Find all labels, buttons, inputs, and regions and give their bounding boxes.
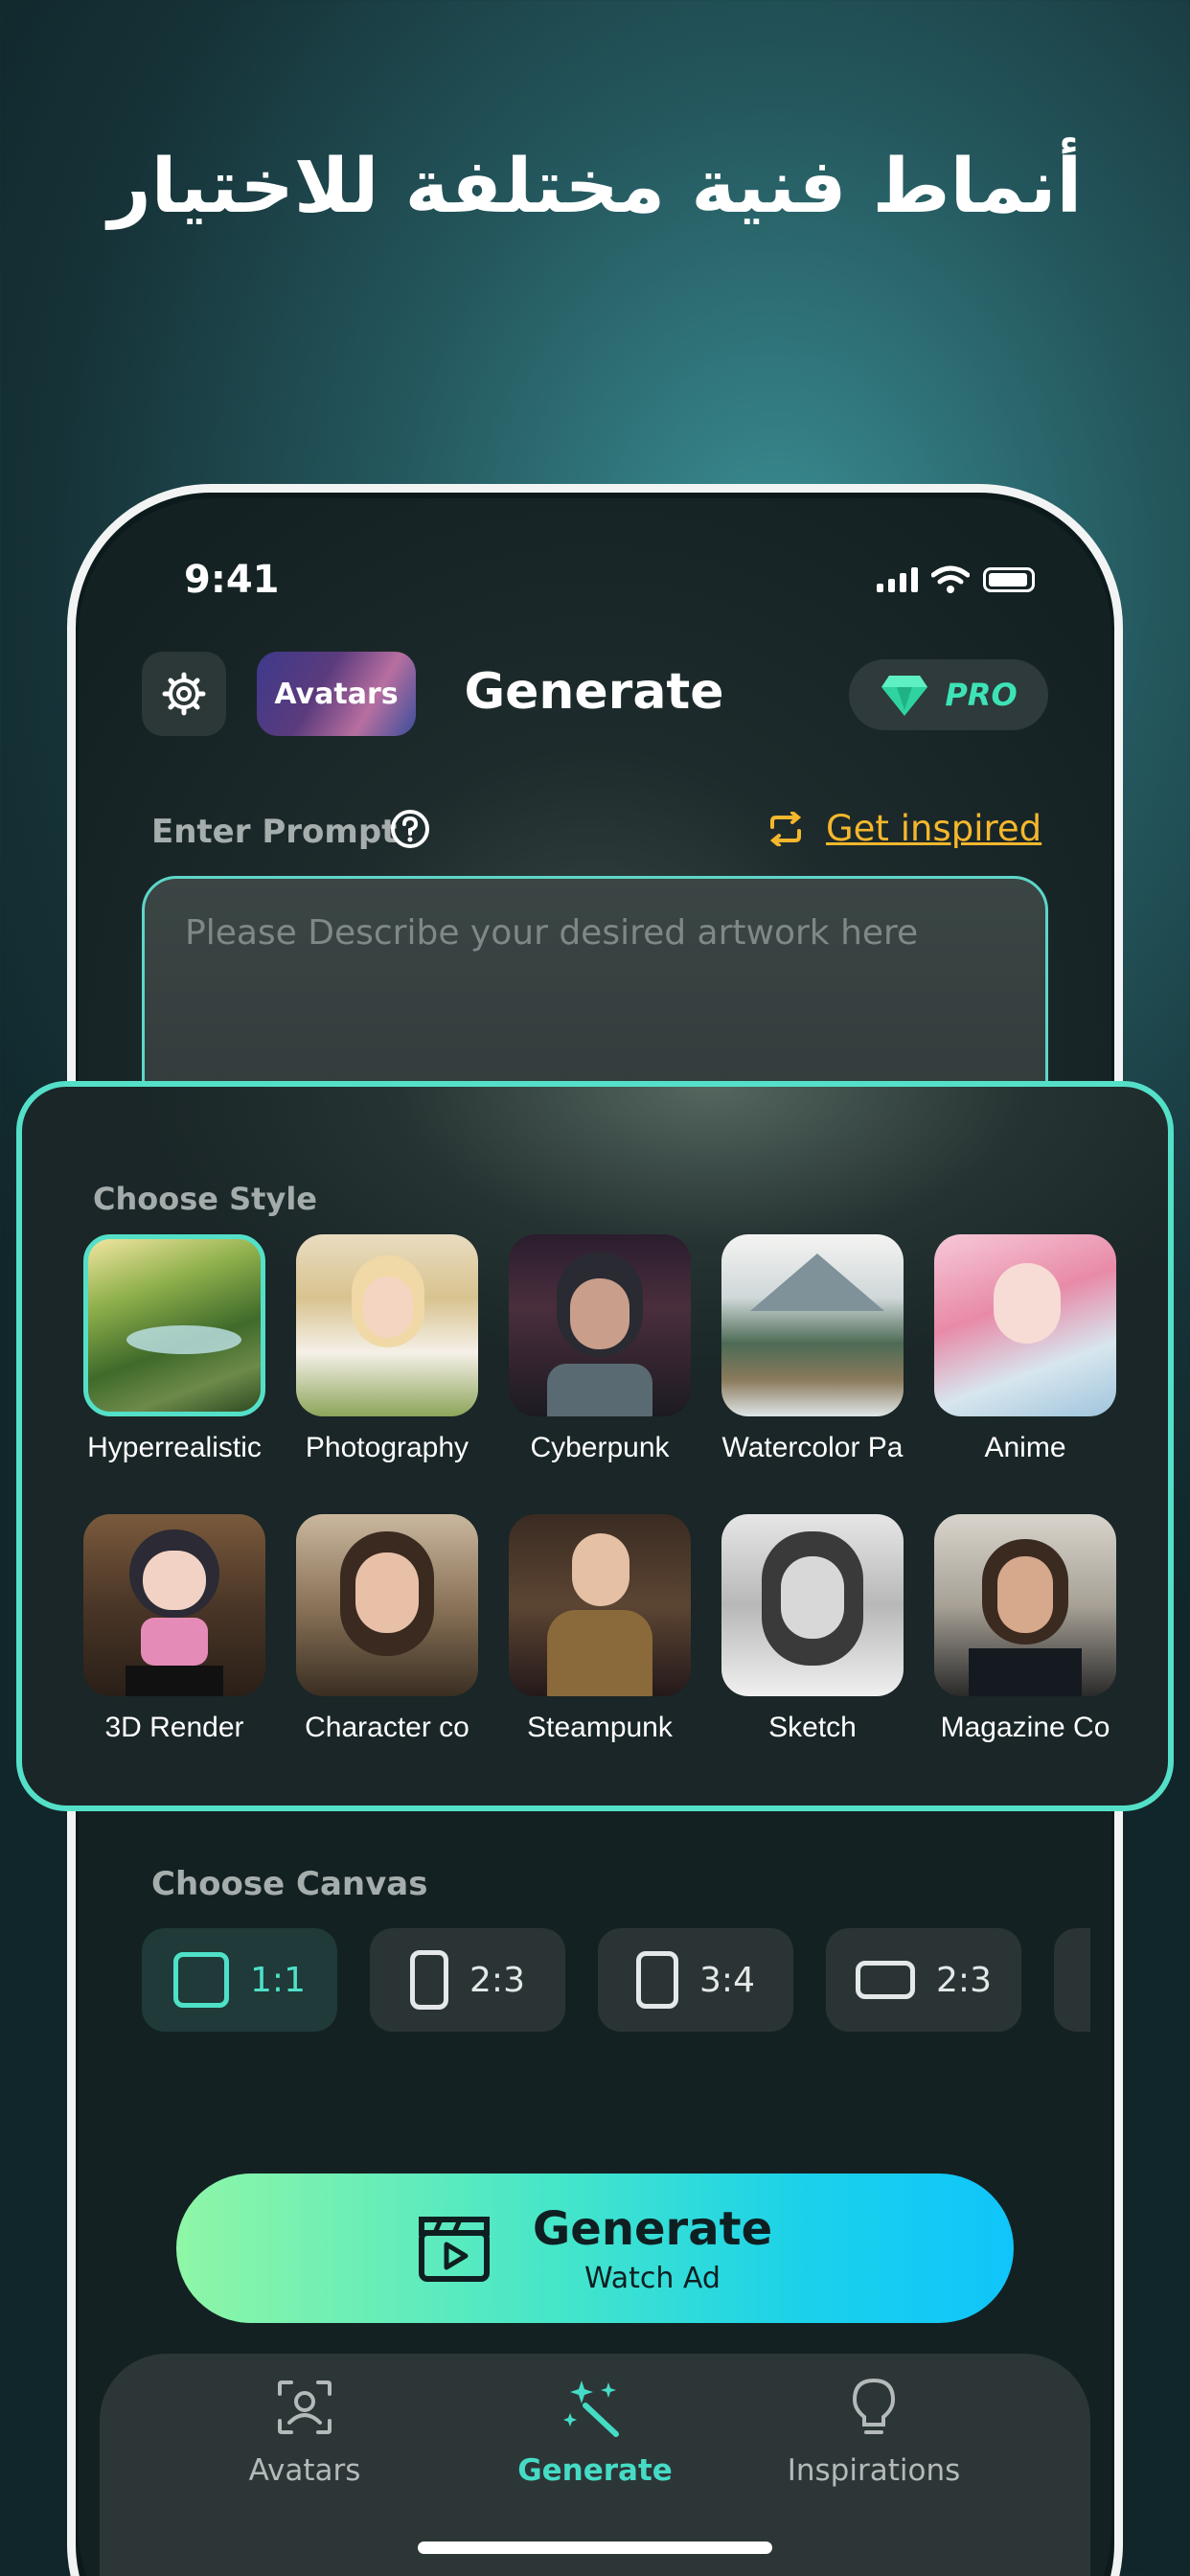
help-icon[interactable] [389,808,431,850]
style-name: Steampunk [527,1712,673,1743]
tab-inspirations[interactable]: Inspirations [759,2377,989,2488]
style-thumb [83,1234,265,1416]
canvas-option-landscape-2-3[interactable]: 2:3 [826,1928,1021,2032]
generate-sublabel: Watch Ad [584,2261,721,2295]
pro-button[interactable]: PRO [849,659,1048,730]
style-item-sketch[interactable]: Sketch [721,1514,904,1744]
canvas-options: 1:1 2:3 3:4 2:3 [142,1928,1090,2032]
style-name: 3D Render [104,1712,244,1743]
avatars-chip-button[interactable]: Avatars [257,652,416,736]
canvas-option-label: 1:1 [250,1960,306,2000]
style-title: Choose Style [93,1181,317,1217]
style-name: Watercolor Pa [721,1432,904,1463]
canvas-option-1-1[interactable]: 1:1 [142,1928,337,2032]
diamond-icon [881,676,928,716]
status-time: 9:41 [184,558,280,602]
style-thumb [721,1514,904,1696]
generate-button[interactable]: Generate Watch Ad [176,2174,1014,2323]
style-panel: Choose Style Hyperrealistic Photography [16,1081,1174,1811]
video-clapper-icon [418,2217,490,2282]
canvas-option-3-4[interactable]: 3:4 [598,1928,793,2032]
style-item-hyperrealistic[interactable]: Hyperrealistic [83,1234,265,1464]
avatar-icon [278,2380,332,2434]
style-name: Magazine Co [940,1712,1110,1743]
tab-label: Inspirations [787,2453,961,2488]
magic-wand-icon [563,2380,619,2437]
style-thumb [296,1514,478,1696]
style-item-photography[interactable]: Photography [296,1234,478,1464]
pro-label: PRO [945,677,1018,713]
signal-icon [877,567,918,592]
tab-generate[interactable]: Generate [480,2377,710,2488]
landscape-ratio-icon [856,1961,916,1999]
style-item-character-concept[interactable]: Character co [296,1514,478,1744]
get-inspired-link[interactable]: Get inspired [767,808,1041,849]
portrait-ratio-icon [636,1951,679,2009]
tab-avatars[interactable]: Avatars [190,2377,420,2488]
style-name: Photography [305,1432,469,1463]
style-thumb [296,1234,478,1416]
page-title: Generate [464,663,724,721]
style-item-watercolor[interactable]: Watercolor Pa [721,1234,904,1464]
canvas-option-label: 3:4 [699,1960,755,2000]
prompt-input[interactable]: Please Describe your desired artwork her… [142,876,1048,1116]
style-name: Sketch [768,1712,857,1743]
style-thumb [509,1514,691,1696]
style-thumb [721,1234,904,1416]
promo-headline: أنماط فنية مختلفة للاختيار [107,144,1083,230]
tab-label: Generate [517,2453,673,2488]
settings-button[interactable] [142,652,226,736]
style-item-3d-render[interactable]: 3D Render [83,1514,265,1744]
style-grid: Hyperrealistic Photography Cyberpunk Wat… [83,1234,1137,1794]
home-indicator [418,2542,772,2554]
wifi-icon [931,565,970,593]
style-thumb [83,1514,265,1696]
portrait-ratio-icon [410,1950,449,2010]
canvas-option-more[interactable] [1054,1928,1090,2032]
style-name: Anime [984,1432,1066,1463]
style-item-magazine-cover[interactable]: Magazine Co [934,1514,1116,1744]
style-thumb [509,1234,691,1416]
canvas-title: Choose Canvas [151,1865,428,1903]
tab-label: Avatars [248,2453,361,2488]
battery-icon [983,567,1035,592]
lightbulb-icon [852,2378,896,2434]
style-item-steampunk[interactable]: Steampunk [509,1514,691,1744]
style-name: Cyberpunk [530,1432,670,1463]
style-thumb [934,1514,1116,1696]
style-item-anime[interactable]: Anime [934,1234,1116,1464]
gear-icon [162,672,206,716]
generate-label: Generate [532,2201,773,2256]
refresh-icon [769,811,802,846]
canvas-option-2-3[interactable]: 2:3 [370,1928,565,2032]
style-name: Hyperrealistic [87,1432,262,1463]
get-inspired-label: Get inspired [826,808,1042,849]
style-thumb [934,1234,1116,1416]
style-item-cyberpunk[interactable]: Cyberpunk [509,1234,691,1464]
canvas-option-label: 2:3 [469,1960,525,2000]
prompt-label: Enter Prompt [151,813,398,851]
canvas-option-label: 2:3 [936,1960,992,2000]
square-ratio-icon [173,1952,230,2008]
style-name: Character co [305,1712,469,1743]
prompt-placeholder: Please Describe your desired artwork her… [185,913,919,953]
generate-text: Generate Watch Ad [533,2202,772,2295]
status-icons [877,565,1035,594]
